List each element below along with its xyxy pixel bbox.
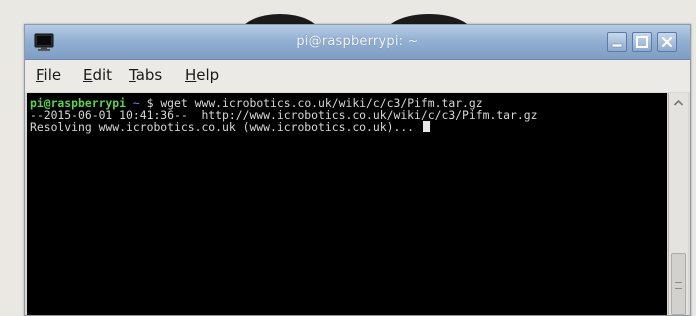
scroll-thumb[interactable] xyxy=(671,253,686,315)
minimize-icon xyxy=(611,43,623,48)
minimize-button[interactable] xyxy=(607,32,627,52)
grip-lines-icon xyxy=(675,282,682,289)
close-button[interactable] xyxy=(657,32,677,52)
maximize-icon xyxy=(636,36,648,48)
menu-tabs-label: abs xyxy=(135,66,163,84)
menu-bar: File Edit Tabs Help xyxy=(25,60,690,92)
menu-help-accelerator: H xyxy=(185,66,197,84)
menu-tabs[interactable]: Tabs xyxy=(129,66,162,84)
text-cursor xyxy=(422,121,430,132)
menu-edit-label: dit xyxy=(92,66,113,84)
menu-file-accelerator: F xyxy=(36,66,44,84)
menu-tabs-accelerator: T xyxy=(129,66,136,84)
menu-edit[interactable]: Edit xyxy=(83,66,112,84)
menu-help[interactable]: Help xyxy=(185,66,219,84)
terminal-output-line: Resolving www.icrobotics.co.uk (www.icro… xyxy=(30,121,430,133)
maximize-button[interactable] xyxy=(632,32,652,52)
terminal-output[interactable]: pi@raspberrypi ~ $ wget www.icrobotics.c… xyxy=(27,93,667,315)
window-title: pi@raspberrypi: ~ xyxy=(296,34,419,49)
close-icon xyxy=(661,36,673,48)
menu-file-label: ile xyxy=(43,66,62,84)
window-titlebar[interactable]: pi@raspberrypi: ~ xyxy=(25,25,690,60)
terminal-output-text: Resolving www.icrobotics.co.uk (www.icro… xyxy=(30,120,421,134)
terminal-window: pi@raspberrypi: ~ File Edit Tabs Help pi… xyxy=(24,24,691,316)
menu-help-label: elp xyxy=(196,66,220,84)
menu-file[interactable]: File xyxy=(36,66,61,84)
scroll-up-arrow-icon[interactable] xyxy=(671,95,686,109)
terminal-scrollbar[interactable] xyxy=(668,93,688,315)
